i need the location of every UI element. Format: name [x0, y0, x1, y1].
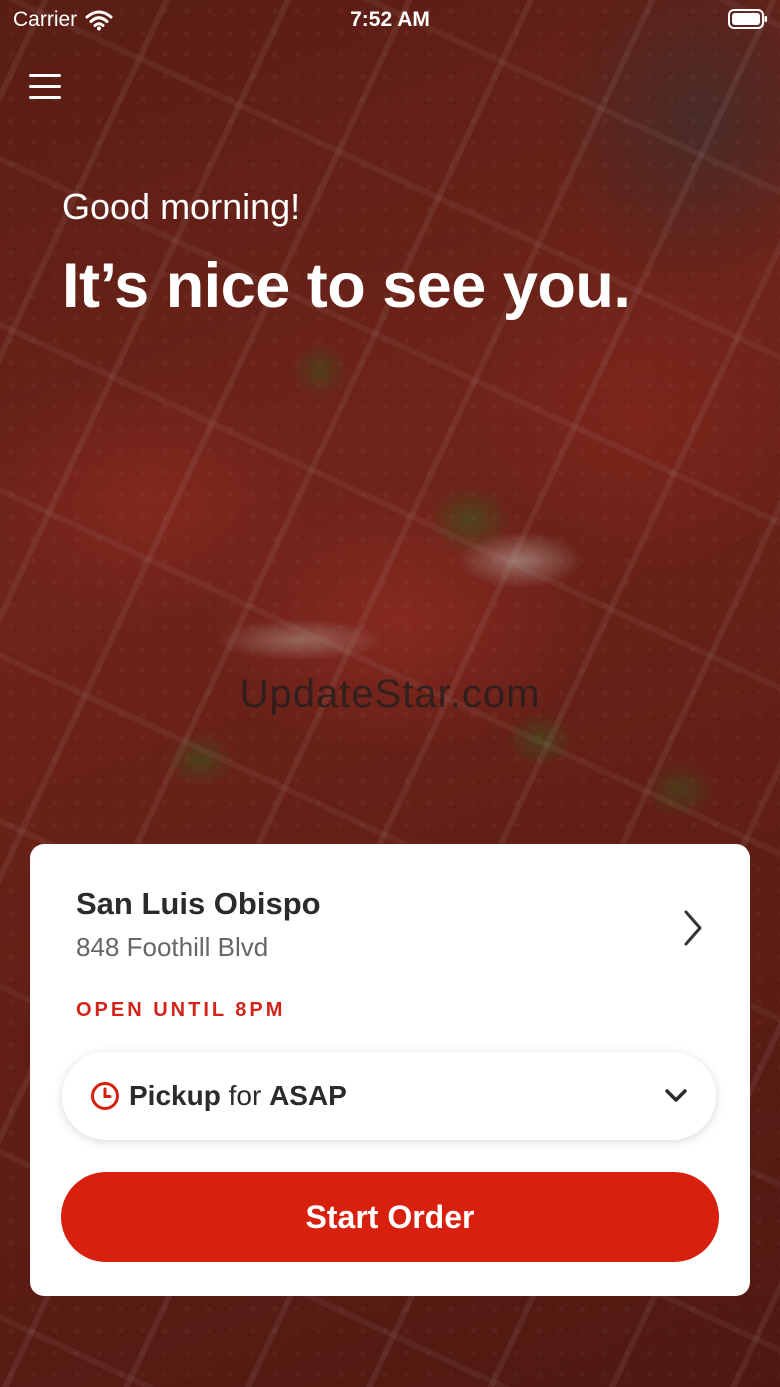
greeting-text: Good morning! [62, 186, 301, 227]
store-selector[interactable]: San Luis Obispo 848 Foothill Blvd [76, 886, 706, 976]
store-name: San Luis Obispo [76, 886, 321, 921]
chevron-down-icon [665, 1089, 687, 1102]
store-card: San Luis Obispo 848 Foothill Blvd OPEN U… [30, 844, 750, 1296]
store-address: 848 Foothill Blvd [76, 932, 269, 962]
order-type-dropdown[interactable]: Pickup for ASAP [62, 1052, 716, 1140]
order-timing: ASAP [269, 1080, 347, 1111]
order-connector: for [228, 1080, 262, 1111]
order-mode: Pickup [129, 1080, 221, 1111]
battery-icon [728, 9, 767, 29]
store-hours-label: OPEN UNTIL 8PM [76, 999, 286, 1021]
status-time: 7:52 AM [350, 8, 430, 31]
chevron-right-icon [684, 910, 702, 946]
headline-text: It’s nice to see you. [62, 251, 631, 321]
order-type-text: Pickup for ASAP [129, 1080, 347, 1112]
clock-icon [91, 1082, 119, 1110]
start-order-button[interactable]: Start Order [61, 1172, 719, 1262]
status-bar: Carrier 7:52 AM [0, 0, 780, 40]
watermark: UpdateStar.com [239, 672, 541, 716]
hamburger-menu-icon[interactable] [29, 74, 63, 104]
